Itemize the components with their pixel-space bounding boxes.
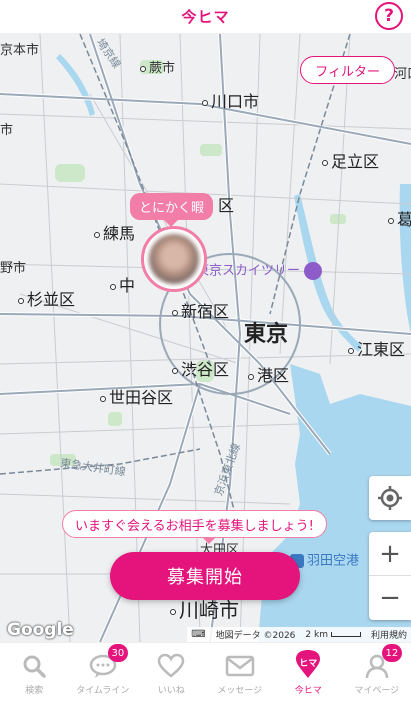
scale-indicator: 2 km <box>305 630 361 640</box>
map-label-minato: 港区 <box>248 368 289 384</box>
nav-label: マイページ <box>354 686 400 696</box>
map-label-shibuya: 渋谷区 <box>172 362 229 378</box>
nav-label: 今ヒマ <box>294 686 322 696</box>
terms-link[interactable]: 利用規約 <box>371 628 407 641</box>
keyboard-icon[interactable]: ⌨ <box>191 629 205 640</box>
user-avatar-pin[interactable] <box>141 226 207 292</box>
map-label-edge-kawa: 河口 <box>394 67 411 82</box>
map-label-kawaguchi: 川口市 <box>202 94 259 110</box>
help-button[interactable]: ? <box>375 2 403 30</box>
nav-item-hima[interactable]: ヒマ 今ヒマ <box>274 643 343 708</box>
map-label-katsushika: 葛 <box>388 212 411 228</box>
search-icon <box>23 655 46 678</box>
mail-icon <box>225 655 254 677</box>
nav-label: いいね <box>157 686 185 696</box>
zoom-in-button[interactable]: + <box>369 532 411 576</box>
nav-label: タイムライン <box>76 686 130 696</box>
nav-item-timeline[interactable]: タイムライン 30 <box>69 643 138 708</box>
nav-item-search[interactable]: 検索 <box>0 643 69 708</box>
nav-item-mypage[interactable]: マイページ 12 <box>343 643 411 708</box>
app-header: 今ヒマ ? <box>0 0 411 34</box>
map-label-kawasaki: 川崎市 <box>170 600 239 620</box>
start-recruit-button[interactable]: 募集開始 <box>110 552 300 600</box>
user-status-bubble[interactable]: とにかく暇 <box>130 193 214 227</box>
map-label-adachi: 足立区 <box>322 154 379 170</box>
heart-icon <box>157 653 185 678</box>
hima-glyph: ヒマ <box>299 659 318 669</box>
map-label-chiyoda: 区 <box>218 196 235 215</box>
nav-item-messages[interactable]: メッセージ <box>206 643 275 708</box>
map-label-warabi: 蕨市 <box>140 62 175 75</box>
google-logo: Google <box>7 620 74 640</box>
map-label-suginami: 杉並区 <box>18 292 75 308</box>
notification-badge: 12 <box>381 644 403 662</box>
map-label-edge: 京本市 <box>0 43 40 58</box>
map-label-edge-shi: 市 <box>0 123 14 138</box>
map-label-skytree: 東京スカイツリー <box>196 262 323 280</box>
map-label-setagaya: 世田谷区 <box>100 390 173 406</box>
map-label-tokyo: 東京 <box>244 322 289 347</box>
bottom-nav: 検索 タイムライン 30 いいね メッセージ ヒマ 今ヒマ マイページ 12 <box>0 642 411 708</box>
map-label-shinjuku: 新宿区 <box>172 304 229 320</box>
map-label-haneda: 羽田空港 <box>290 554 359 568</box>
map-label-nerima: 練馬 <box>94 226 135 242</box>
nav-label: メッセージ <box>217 686 263 696</box>
map-label-naka: 中 <box>110 278 135 294</box>
nav-label: 検索 <box>25 686 44 696</box>
map-label-musashino: 野市 <box>0 261 27 276</box>
notification-badge: 30 <box>107 644 129 662</box>
nav-item-likes[interactable]: いいね <box>137 643 206 708</box>
map-view[interactable]: 京本市 蕨市 埼京線 川口市 河口 市 足立区 葛 区 練馬 野市 東京スカイツ… <box>0 34 411 642</box>
zoom-control: + − <box>369 532 411 620</box>
map-attribution: ⌨ 地図データ ©2026 2 km 利用規約 <box>187 627 411 642</box>
zoom-out-button[interactable]: − <box>369 576 411 620</box>
crosshair-icon <box>378 486 402 510</box>
map-label-koto: 江東区 <box>348 342 405 358</box>
filter-button[interactable]: フィルター <box>300 56 395 84</box>
recruit-prompt: いますぐ会えるお相手を募集しましょう! <box>62 510 327 544</box>
my-location-button[interactable] <box>369 476 411 520</box>
avatar <box>149 234 199 284</box>
attribution-text[interactable]: 地図データ ©2026 <box>216 628 296 641</box>
page-title: 今ヒマ <box>181 8 230 26</box>
